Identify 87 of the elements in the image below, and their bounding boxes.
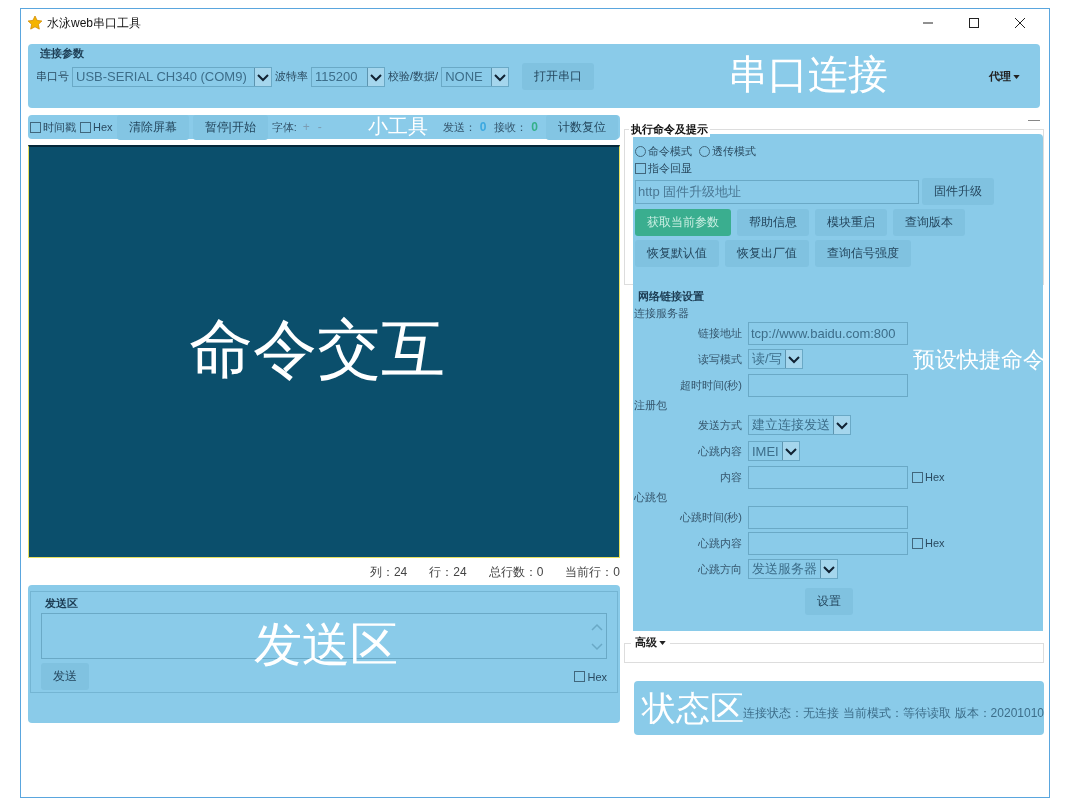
input-field[interactable] xyxy=(748,465,908,489)
command-button[interactable]: 查询信号强度 xyxy=(815,240,911,267)
field-label: 超时时间(秒) xyxy=(678,377,743,393)
toolbar-button[interactable]: 暂停|开始 xyxy=(192,114,268,140)
cursor-position: 列：24 xyxy=(369,564,408,581)
group-title: 注册包 xyxy=(634,398,668,412)
checkbox[interactable]: Hex xyxy=(80,121,113,133)
dropdown[interactable]: IMEI xyxy=(748,441,800,461)
field-label: 链接地址 xyxy=(697,325,743,341)
checkbox[interactable]: Hex xyxy=(574,670,607,683)
caret-icon xyxy=(659,640,666,645)
status-text: 版本：20201010 xyxy=(954,705,1044,722)
font-label: 字体: xyxy=(271,119,297,135)
annotation-label: 预设快捷命令 xyxy=(913,349,1045,371)
chevron-icon xyxy=(784,350,802,368)
input-field[interactable] xyxy=(748,505,908,529)
field-label: 串口号 xyxy=(36,69,69,84)
annotation-label: 串口连接 xyxy=(728,54,888,94)
reset-count-button[interactable]: 计数复位 xyxy=(546,114,618,140)
radio-button[interactable]: 透传模式 xyxy=(699,144,756,159)
field-label: 读写模式 xyxy=(697,351,743,367)
radio-button[interactable]: 命令模式 xyxy=(635,144,692,159)
star-icon xyxy=(27,15,43,31)
firmware-url-field[interactable]: http 固件升级地址 xyxy=(635,179,919,204)
field-label: 心跳时间(秒) xyxy=(678,509,743,525)
chevron-icon xyxy=(254,67,271,86)
checkbox[interactable]: Hex xyxy=(912,471,945,483)
dropdown[interactable]: 读/写 xyxy=(748,349,803,369)
section-legend: 网络链接设置 xyxy=(634,287,1043,306)
dropdown[interactable]: 建立连接发送 xyxy=(748,415,851,435)
annotation-label: 小工具 xyxy=(368,116,428,136)
open-port-button[interactable]: 打开串口 xyxy=(522,63,595,90)
group-title: 连接服务器 xyxy=(634,306,690,320)
checkbox[interactable]: Hex xyxy=(912,537,945,549)
section-legend: 发送区 xyxy=(41,594,82,613)
window-title: 水泳web串口工具 xyxy=(47,14,141,32)
field-label: 发送方式 xyxy=(697,417,743,433)
firmware-upgrade-button[interactable]: 固件升级 xyxy=(922,178,994,205)
proxy-menu[interactable]: 代理 xyxy=(989,69,1032,84)
cursor-position: 总行数：0 xyxy=(488,564,544,581)
parity-select[interactable]: NONE xyxy=(441,66,510,87)
port-select[interactable]: USB-SERIAL CH340 (COM9) xyxy=(72,66,272,87)
field-label: 内容 xyxy=(719,469,743,485)
annotation-label: 发送区 xyxy=(254,621,398,669)
command-button[interactable]: 恢复出厂值 xyxy=(725,240,809,267)
cursor-position: 行：24 xyxy=(429,564,467,581)
dropdown[interactable]: 发送服务器 xyxy=(748,559,838,579)
checkbox[interactable]: 指令回显 xyxy=(635,161,692,176)
caret-icon xyxy=(1013,74,1020,79)
collapse-button[interactable]: — xyxy=(1028,113,1040,127)
counter-value: 0 xyxy=(531,120,538,134)
chevron-icon xyxy=(367,67,384,86)
field-label: 心跳内容 xyxy=(697,443,743,459)
input-field[interactable] xyxy=(748,373,908,397)
annotation-label: 状态区 xyxy=(642,691,744,725)
field-label: 校验/数据/ xyxy=(388,69,439,84)
field-label: 心跳方向 xyxy=(697,561,743,577)
maximize-icon[interactable] xyxy=(968,17,980,29)
status-text: 连接状态：无连接 xyxy=(742,706,839,720)
counter-label: 接收： xyxy=(494,119,528,135)
chevron-icon xyxy=(781,442,799,460)
section-legend: 执行命令及提示 xyxy=(629,122,710,137)
advanced-menu[interactable]: 高级 xyxy=(631,635,670,650)
settings-button[interactable]: 设置 xyxy=(804,588,853,615)
command-button[interactable]: 查询版本 xyxy=(893,209,965,236)
toolbar-button[interactable]: 清除屏幕 xyxy=(116,114,189,140)
group-title: 心跳包 xyxy=(634,490,668,504)
field-label: 波特率 xyxy=(275,69,308,84)
command-button[interactable]: 帮助信息 xyxy=(737,209,809,236)
chevron-icon xyxy=(491,67,509,86)
counter-label: 发送： xyxy=(442,119,476,135)
status-text: 当前模式：等待读取 xyxy=(842,705,951,722)
chevron-icon xyxy=(820,560,837,578)
send-button[interactable]: 发送 xyxy=(41,663,89,690)
checkbox[interactable]: 时间戳 xyxy=(30,119,76,135)
input-field[interactable] xyxy=(748,531,908,555)
close-icon[interactable] xyxy=(1014,17,1026,29)
command-button[interactable]: 模块重启 xyxy=(815,209,887,236)
baud-select[interactable]: 115200 xyxy=(311,66,385,87)
input-field[interactable]: tcp://www.baidu.com:800 xyxy=(748,321,908,345)
section-legend: 连接参数 xyxy=(36,44,88,63)
counter-value: 0 xyxy=(479,120,487,134)
field-label: 心跳内容 xyxy=(697,535,743,551)
chevron-icon xyxy=(833,416,850,434)
annotation-label: 命令交互 xyxy=(189,317,445,381)
cursor-position: 当前行：0 xyxy=(565,564,620,581)
command-button[interactable]: 恢复默认值 xyxy=(635,240,719,267)
